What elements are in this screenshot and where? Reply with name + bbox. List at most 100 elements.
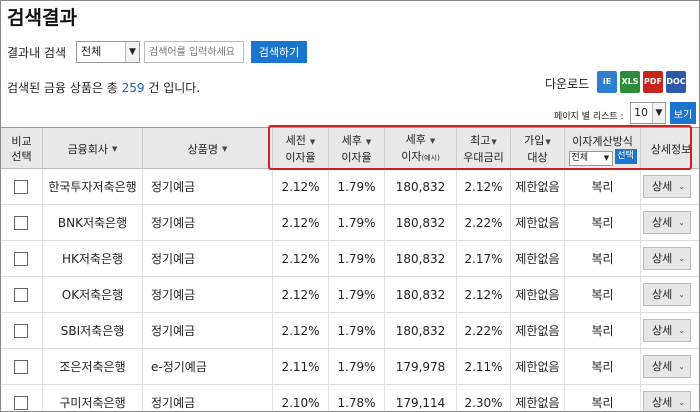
detail-button[interactable]: 상세 ⌄ [643,175,691,198]
compare-checkbox[interactable] [14,252,28,266]
max-rate-cell: 2.22% [457,205,511,241]
sort-arrow-icon: ▼ [309,138,316,146]
calc-method-cell: 복리 [565,349,641,385]
join-target-cell: 제한없음 [511,277,565,313]
join-target-cell: 제한없음 [511,385,565,411]
search-results-page: 검색결과 결과내 검색 전체 ▼ 검색하기 검색된 금융 상품은 총 259 건… [0,0,700,412]
calc-method-cell: 복리 [565,241,641,277]
calc-method-select[interactable]: 전체 ▼ [568,151,613,166]
search-button[interactable]: 검색하기 [251,41,308,63]
detail-button[interactable]: 상세 ⌄ [643,283,691,306]
chevron-down-icon: ▼ [603,154,610,162]
ie-download-icon[interactable]: IE [597,71,617,93]
compare-cell [1,385,43,411]
pre-tax-rate-cell: 2.10% [273,385,329,411]
word-download-icon[interactable]: DOC [666,71,686,93]
detail-cell: 상세 ⌄ [641,277,699,313]
header-post-tax-interest[interactable]: 세후 ▼ 이자(예시) [385,128,457,170]
result-count: 259 [121,81,145,95]
post-tax-rate-cell: 1.78% [329,385,385,411]
post-tax-interest-cell: 180,832 [385,277,457,313]
compare-cell [1,241,43,277]
compare-checkbox[interactable] [14,324,28,338]
chevron-down-icon: ⌄ [678,326,685,335]
table-row: 조은저축은행 e-정기예금 2.11% 1.79% 179,978 2.11% 제한없음 복리… [1,349,699,385]
chevron-down-icon: ▼ [652,103,665,123]
join-target-cell: 제한없음 [511,205,565,241]
compare-checkbox[interactable] [14,216,28,230]
max-rate-cell: 2.17% [457,241,511,277]
table-row: HK저축은행 정기예금 2.12% 1.79% 180,832 2.17% 제한없음 복리 상세… [1,241,699,277]
join-target-cell: 제한없음 [511,169,565,205]
result-summary: 검색된 금융 상품은 총 259 건 입니다. [7,81,201,95]
header-detail: 상세정보 [650,142,692,156]
pdf-download-icon[interactable]: PDF [643,71,663,93]
detail-cell: 상세 ⌄ [641,205,699,241]
product-cell: 정기예금 [143,241,273,277]
compare-checkbox[interactable] [14,396,28,410]
page-title: 검색결과 [7,7,77,29]
join-target-cell: 제한없음 [511,241,565,277]
compare-cell [1,349,43,385]
compare-checkbox[interactable] [14,180,28,194]
detail-button[interactable]: 상세 ⌄ [643,319,691,342]
detail-cell: 상세 ⌄ [641,169,699,205]
header-product[interactable]: 상품명 ▼ [143,128,273,170]
pre-tax-rate-cell: 2.11% [273,349,329,385]
post-tax-interest-cell: 180,832 [385,241,457,277]
search-input[interactable] [144,41,245,63]
chevron-down-icon: ⌄ [678,218,685,227]
compare-checkbox[interactable] [14,288,28,302]
pagesize-value: 10 [634,106,648,119]
post-tax-rate-cell: 1.79% [329,169,385,205]
header-pre-tax-rate[interactable]: 세전 ▼ 이자율 [273,128,329,170]
company-cell: 구미저축은행 [43,385,143,411]
pre-tax-rate-cell: 2.12% [273,313,329,349]
view-button[interactable]: 보기 [670,102,696,124]
compare-checkbox[interactable] [14,360,28,374]
sort-arrow-icon: ▼ [365,138,372,146]
calc-method-apply-button[interactable]: 선택 [614,149,637,164]
post-tax-rate-cell: 1.79% [329,205,385,241]
table-row: BNK저축은행 정기예금 2.12% 1.79% 180,832 2.22% 제한없음 복리 상… [1,205,699,241]
chevron-down-icon: ⌄ [678,254,685,263]
compare-cell [1,313,43,349]
detail-button[interactable]: 상세 ⌄ [643,211,691,234]
post-tax-interest-cell: 179,114 [385,385,457,411]
table-row: OK저축은행 정기예금 2.12% 1.79% 180,832 2.12% 제한없음 복리 상세… [1,277,699,313]
calc-method-cell: 복리 [565,277,641,313]
excel-download-icon[interactable]: XLS [620,71,640,93]
detail-button[interactable]: 상세 ⌄ [643,247,691,270]
detail-button[interactable]: 상세 ⌄ [643,355,691,378]
max-rate-cell: 2.11% [457,349,511,385]
max-rate-cell: 2.30% [457,385,511,411]
product-cell: 정기예금 [143,385,273,411]
header-post-tax-rate[interactable]: 세후 ▼ 이자율 [329,128,385,170]
search-scope-select[interactable]: 전체 ▼ [76,41,141,63]
post-tax-interest-cell: 180,832 [385,313,457,349]
post-tax-rate-cell: 1.79% [329,241,385,277]
sort-arrow-icon: ▼ [545,138,551,146]
post-tax-interest-cell: 180,832 [385,205,457,241]
compare-cell [1,169,43,205]
post-tax-rate-cell: 1.79% [329,313,385,349]
pagesize-select[interactable]: 10 ▼ [630,102,666,124]
post-tax-interest-cell: 179,978 [385,349,457,385]
calc-method-cell: 복리 [565,169,641,205]
sort-arrow-icon: ▼ [491,138,497,146]
search-label: 결과내 검색 [7,45,67,60]
pre-tax-rate-cell: 2.12% [273,277,329,313]
company-cell: BNK저축은행 [43,205,143,241]
header-company[interactable]: 금융회사 ▼ [43,128,143,170]
product-cell: 정기예금 [143,169,273,205]
post-tax-rate-cell: 1.79% [329,349,385,385]
detail-button[interactable]: 상세 ⌄ [643,391,691,411]
header-max-rate[interactable]: 최고▼ 우대금리 [457,128,511,170]
pre-tax-rate-cell: 2.12% [273,241,329,277]
calc-method-cell: 복리 [565,385,641,411]
header-join-target[interactable]: 가입▼ 대상 [511,128,565,170]
search-scope-value: 전체 [81,45,102,58]
chevron-down-icon: ▼ [125,42,140,62]
pre-tax-rate-cell: 2.12% [273,205,329,241]
company-cell: HK저축은행 [43,241,143,277]
